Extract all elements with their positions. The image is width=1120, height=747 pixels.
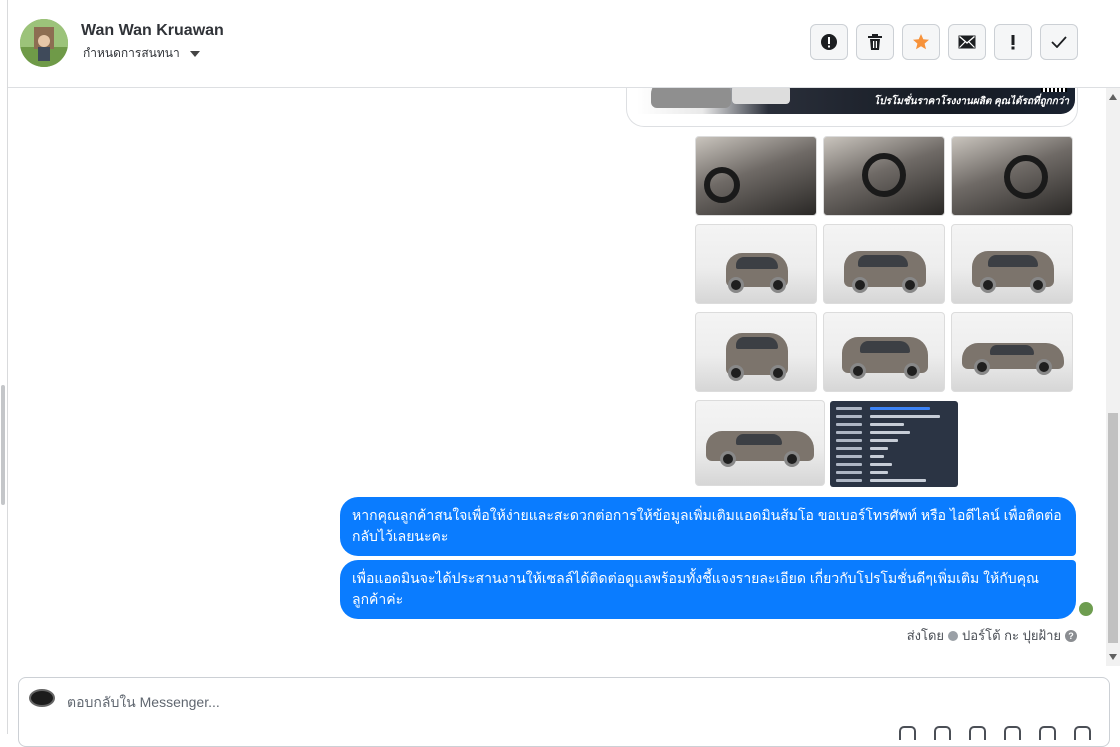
assign-conversation-dropdown[interactable]: กำหนดการสนทนา: [83, 44, 200, 63]
car-photo[interactable]: [823, 224, 945, 304]
reply-composer[interactable]: ตอบกลับใน Messenger...: [18, 677, 1110, 747]
car-photo[interactable]: [695, 400, 825, 486]
car-photo[interactable]: [823, 136, 945, 216]
conversation-header: Wan Wan Kruawan กำหนดการสนทนา: [8, 0, 1120, 88]
contact-avatar[interactable]: [20, 19, 68, 67]
chevron-down-icon: [189, 50, 200, 57]
exclamation-icon: [1011, 35, 1015, 50]
qr-code-icon: [1041, 88, 1067, 92]
vehicle-spec-sheet-image[interactable]: [830, 401, 958, 487]
conversation-actions: [810, 24, 1078, 60]
scroll-down-arrow-icon[interactable]: [1109, 654, 1117, 660]
car-photo[interactable]: [951, 136, 1073, 216]
like-icon[interactable]: [1074, 726, 1091, 740]
assign-label: กำหนดการสนทนา: [83, 46, 180, 60]
alert-circle-icon: [821, 34, 837, 50]
left-panel-edge: [0, 0, 8, 734]
sent-by-author: ปอร์โต้ กะ ปุยฝ้าย: [962, 628, 1061, 643]
check-icon: [1051, 36, 1067, 48]
sent-by-prefix: ส่งโดย: [906, 628, 945, 643]
promo-banner-image: โปรโมชั่นราคาโรงงานผลิต คุณได้รถที่ถูกกว…: [637, 88, 1075, 114]
upload-icon[interactable]: [899, 726, 916, 740]
seen-avatar: [1079, 602, 1093, 616]
mark-unread-button[interactable]: [948, 24, 986, 60]
follow-up-button[interactable]: [994, 24, 1032, 60]
envelope-icon: [958, 35, 976, 49]
page-avatar-icon: [29, 689, 55, 707]
star-icon: [913, 34, 929, 50]
help-icon[interactable]: ?: [1065, 629, 1077, 642]
verified-icon: [948, 630, 959, 641]
delete-button[interactable]: [856, 24, 894, 60]
promo-image-message[interactable]: โปรโมชั่นราคาโรงงานผลิต คุณได้รถที่ถูกกว…: [626, 88, 1078, 127]
car-photo[interactable]: [695, 312, 817, 392]
saved-reply-icon[interactable]: [1039, 726, 1056, 740]
car-photo[interactable]: [951, 224, 1073, 304]
sent-by-info: ส่งโดย ปอร์โต้ กะ ปุยฝ้าย ?: [907, 625, 1077, 646]
composer-tools: [899, 726, 1091, 740]
emoji-icon[interactable]: [1004, 726, 1021, 740]
promo-banner-text: โปรโมชั่นราคาโรงงานผลิต คุณได้รถที่ถูกกว…: [873, 96, 1069, 107]
message-bubble[interactable]: หากคุณลูกค้าสนใจเพื่อให้ง่ายและสะดวกต่อก…: [340, 497, 1076, 556]
car-photo[interactable]: [695, 136, 817, 216]
reply-input[interactable]: ตอบกลับใน Messenger...: [67, 692, 220, 714]
star-button[interactable]: [902, 24, 940, 60]
trash-icon: [868, 34, 882, 50]
message-bubble[interactable]: เพื่อแอดมินจะได้ประสานงานให้เซลล์ได้ติดต…: [340, 560, 1076, 619]
left-panel-scroll-mark[interactable]: [1, 385, 5, 505]
scrollbar-thumb[interactable]: [1108, 413, 1118, 643]
spam-button[interactable]: [810, 24, 848, 60]
car-photo[interactable]: [951, 312, 1073, 392]
gif-icon[interactable]: [969, 726, 986, 740]
thread-scrollbar[interactable]: [1106, 88, 1120, 666]
scroll-up-arrow-icon[interactable]: [1109, 94, 1117, 100]
car-photo[interactable]: [695, 224, 817, 304]
attach-icon[interactable]: [934, 726, 951, 740]
message-thread[interactable]: โปรโมชั่นราคาโรงงานผลิต คุณได้รถที่ถูกกว…: [8, 88, 1104, 666]
done-button[interactable]: [1040, 24, 1078, 60]
car-photo[interactable]: [823, 312, 945, 392]
contact-name[interactable]: Wan Wan Kruawan: [81, 22, 224, 40]
